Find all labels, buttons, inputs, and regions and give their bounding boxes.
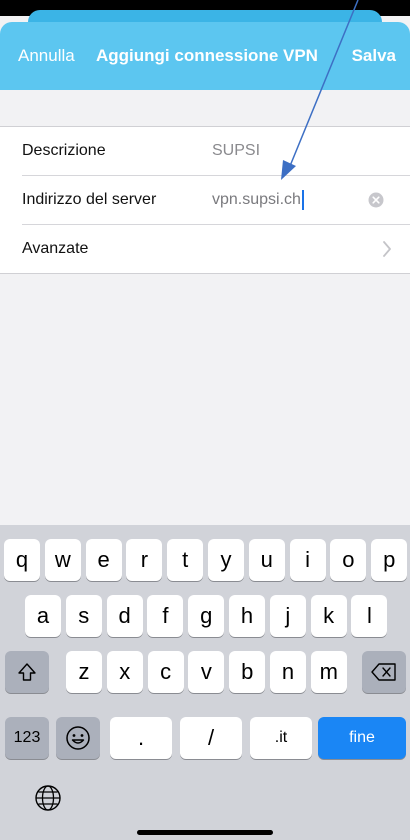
- advanced-label: Avanzate: [22, 240, 89, 257]
- key-w[interactable]: w: [44, 539, 81, 581]
- numbers-key[interactable]: 123: [5, 717, 49, 759]
- key-i[interactable]: i: [289, 539, 326, 581]
- advanced-row[interactable]: Avanzate: [22, 225, 410, 273]
- key-h[interactable]: h: [229, 595, 265, 637]
- dot-key[interactable]: .: [110, 717, 172, 759]
- save-button[interactable]: Salva: [352, 22, 396, 90]
- key-n[interactable]: n: [270, 651, 306, 693]
- key-q[interactable]: q: [4, 539, 40, 581]
- backspace-key[interactable]: [362, 651, 406, 693]
- description-value[interactable]: SUPSI: [212, 127, 260, 175]
- key-m[interactable]: m: [310, 651, 347, 693]
- cancel-button[interactable]: Annulla: [18, 22, 75, 90]
- key-x[interactable]: x: [106, 651, 143, 693]
- server-address-row[interactable]: Indirizzo del server vpn.supsi.ch: [22, 176, 410, 225]
- key-z[interactable]: z: [66, 651, 102, 693]
- vpn-form: Descrizione SUPSI Indirizzo del server v…: [0, 126, 410, 274]
- server-address-value: vpn.supsi.ch: [212, 191, 301, 208]
- description-label: Descrizione: [22, 142, 106, 159]
- key-g[interactable]: g: [188, 595, 225, 637]
- key-j[interactable]: j: [269, 595, 306, 637]
- key-a[interactable]: a: [25, 595, 61, 637]
- key-y[interactable]: y: [208, 539, 244, 581]
- key-p[interactable]: p: [371, 539, 408, 581]
- virtual-keyboard: 123 . / .it fine qwertyuiop asdfghjkl zxcv…: [0, 525, 410, 840]
- key-r[interactable]: r: [126, 539, 163, 581]
- tld-key[interactable]: .it: [250, 717, 312, 759]
- description-row[interactable]: Descrizione SUPSI: [22, 127, 410, 176]
- server-address-label: Indirizzo del server: [22, 191, 157, 208]
- key-k[interactable]: k: [310, 595, 347, 637]
- key-e[interactable]: e: [85, 539, 122, 581]
- text-caret: [301, 189, 304, 210]
- shift-key[interactable]: [5, 651, 49, 693]
- emoji-icon: [66, 726, 90, 750]
- backspace-icon: [371, 663, 396, 681]
- navigation-header: Annulla Aggiungi connessione VPN Salva: [0, 22, 410, 90]
- server-address-input[interactable]: vpn.supsi.ch: [212, 176, 304, 224]
- done-key[interactable]: fine: [318, 717, 406, 759]
- chevron-right-icon: [383, 241, 391, 257]
- page-title: Aggiungi connessione VPN: [96, 46, 318, 65]
- key-v[interactable]: v: [188, 651, 225, 693]
- key-o[interactable]: o: [330, 539, 367, 581]
- key-b[interactable]: b: [229, 651, 266, 693]
- key-c[interactable]: c: [147, 651, 184, 693]
- emoji-key[interactable]: [56, 717, 100, 759]
- key-l[interactable]: l: [351, 595, 388, 637]
- home-indicator: [137, 830, 273, 835]
- shift-icon: [18, 663, 36, 681]
- key-d[interactable]: d: [106, 595, 143, 637]
- globe-icon[interactable]: [34, 784, 62, 812]
- slash-key[interactable]: /: [180, 717, 242, 759]
- key-s[interactable]: s: [65, 595, 102, 637]
- key-u[interactable]: u: [248, 539, 285, 581]
- key-t[interactable]: t: [167, 539, 204, 581]
- key-f[interactable]: f: [147, 595, 184, 637]
- clear-circle-icon[interactable]: [368, 192, 384, 208]
